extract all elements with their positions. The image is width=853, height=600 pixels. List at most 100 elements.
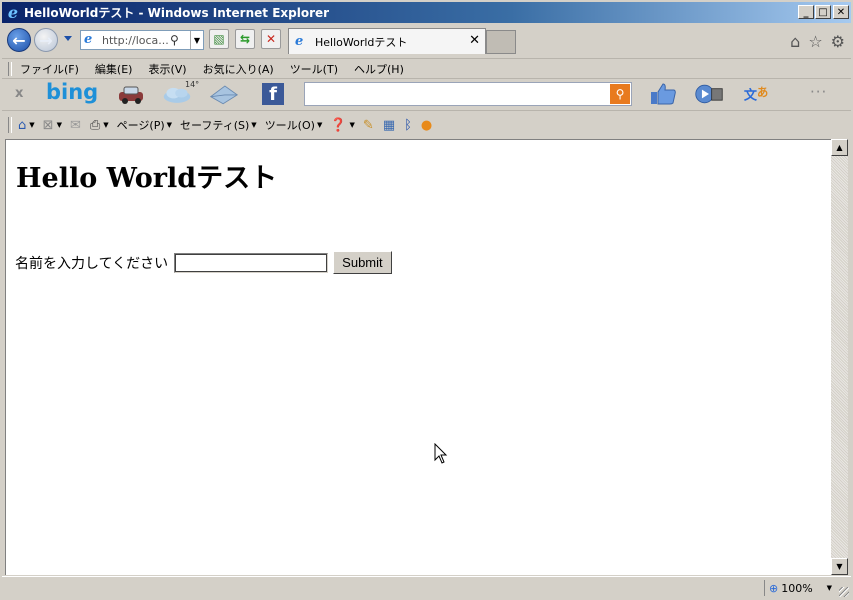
browser-window: e HelloWorldテスト - Windows Internet Explo… bbox=[0, 0, 853, 600]
address-text[interactable]: http://loca... bbox=[102, 34, 168, 47]
home-icon: ⌂ bbox=[18, 117, 27, 133]
tab-active[interactable]: e HelloWorldテスト ✕ bbox=[288, 28, 486, 54]
page-viewport[interactable]: Hello Worldテスト 名前を入力してください Submit bbox=[5, 139, 831, 575]
translate-icon[interactable]: 文あ bbox=[742, 82, 772, 106]
puzzle-icon: ▦ bbox=[382, 117, 396, 133]
tab-ie-icon: e bbox=[295, 34, 304, 49]
mail-icon: ✉ bbox=[69, 117, 81, 133]
gear-icon[interactable]: ⚙ bbox=[831, 32, 845, 51]
menu-edit[interactable]: 編集(E) bbox=[95, 61, 133, 77]
menu-help[interactable]: ヘルプ(H) bbox=[354, 61, 404, 77]
stop-button[interactable]: ✕ bbox=[261, 29, 281, 49]
help-command[interactable]: ❓ ▼ bbox=[330, 118, 355, 133]
print-command[interactable]: ⎙ ▼ bbox=[90, 118, 109, 133]
close-button[interactable]: ✕ bbox=[833, 5, 849, 19]
address-dropdown[interactable]: ▼ bbox=[190, 31, 203, 49]
thumbs-up-icon[interactable] bbox=[648, 82, 678, 106]
zoom-dropdown-icon[interactable]: ▼ bbox=[827, 584, 832, 592]
submit-button[interactable]: Submit bbox=[333, 251, 392, 274]
facebook-icon[interactable]: f bbox=[258, 82, 288, 106]
video-icon[interactable] bbox=[694, 82, 724, 106]
more-options-icon[interactable]: ··· bbox=[810, 83, 827, 101]
name-label: 名前を入力してください bbox=[15, 254, 169, 271]
weather-temperature: 14° bbox=[185, 80, 200, 89]
vertical-scrollbar[interactable]: ▲ ▼ bbox=[831, 139, 848, 575]
zoom-control[interactable]: ⊕ 100% ▼ bbox=[764, 580, 836, 596]
window-title: HelloWorldテスト - Windows Internet Explore… bbox=[24, 6, 330, 20]
printer-icon: ⎙ bbox=[89, 117, 101, 133]
tab-close-button[interactable]: ✕ bbox=[469, 33, 480, 48]
scroll-down-button[interactable]: ▼ bbox=[831, 558, 848, 575]
back-button[interactable]: ← bbox=[7, 28, 31, 52]
search-icon[interactable]: ⚲ bbox=[170, 33, 179, 47]
command-bar: ⌂ ▼ ⊠ ▼ ✉ ⎙ ▼ ページ(P) ▼ セーフティ(S) ▼ ツール(O) ▼ ❓ ▼ … bbox=[2, 110, 851, 139]
research-command[interactable]: ✎ bbox=[363, 118, 375, 133]
recent-pages-dropdown[interactable] bbox=[64, 36, 72, 41]
compatibility-icon: ▧ bbox=[213, 32, 225, 46]
browser-actions: ⌂ ☆ ⚙ bbox=[790, 32, 845, 51]
bing-logo[interactable]: bing bbox=[46, 80, 98, 104]
search-icon: ⚲ bbox=[615, 87, 625, 101]
refresh-icon: ⇆ bbox=[239, 32, 251, 46]
stop-sign-command[interactable]: ● bbox=[421, 118, 433, 133]
menu-file[interactable]: ファイル(F) bbox=[20, 61, 79, 77]
arrow-left-icon: ← bbox=[12, 30, 26, 50]
mouse-cursor-icon bbox=[434, 443, 448, 464]
favorites-star-icon[interactable]: ☆ bbox=[808, 32, 822, 51]
svg-text:あ: あ bbox=[757, 86, 768, 99]
menu-grip[interactable] bbox=[8, 62, 12, 76]
triangle-up-icon: ▲ bbox=[836, 143, 843, 152]
bing-search-button[interactable]: ⚲ bbox=[610, 84, 630, 104]
title-bar[interactable]: e HelloWorldテスト - Windows Internet Explo… bbox=[2, 2, 851, 23]
refresh-button[interactable]: ⇆ bbox=[235, 29, 255, 49]
resize-grip[interactable] bbox=[839, 587, 849, 597]
zoom-magnifier-icon: ⊕ bbox=[769, 581, 779, 595]
name-form: 名前を入力してください Submit bbox=[15, 251, 392, 274]
triangle-down-icon: ▼ bbox=[836, 562, 843, 571]
home-command[interactable]: ⌂ ▼ bbox=[18, 118, 35, 133]
ie-logo-icon: e bbox=[7, 2, 19, 22]
minimize-button[interactable]: _ bbox=[798, 5, 814, 19]
arrow-right-icon: → bbox=[39, 30, 53, 50]
home-icon[interactable]: ⌂ bbox=[790, 32, 800, 51]
page-menu[interactable]: ページ(P) ▼ bbox=[117, 117, 172, 133]
pencil-icon: ✎ bbox=[362, 117, 374, 133]
menu-bar: ファイル(F) 編集(E) 表示(V) お気に入り(A) ツール(T) ヘルプ(… bbox=[2, 58, 851, 79]
safety-menu[interactable]: セーフティ(S) ▼ bbox=[180, 117, 257, 133]
menu-favorites[interactable]: お気に入り(A) bbox=[203, 61, 274, 77]
toolbar-close-button[interactable]: x bbox=[15, 86, 23, 101]
bluetooth-command[interactable]: ᛒ bbox=[404, 118, 413, 133]
read-mail-command[interactable]: ✉ bbox=[70, 118, 82, 133]
compatibility-view-button[interactable]: ▧ bbox=[209, 29, 229, 49]
page-title: Hello Worldテスト bbox=[16, 163, 278, 194]
scroll-up-button[interactable]: ▲ bbox=[831, 139, 848, 156]
window-controls: _ □ ✕ bbox=[797, 5, 849, 19]
address-bar[interactable]: e http://loca... ⚲ ▼ bbox=[80, 30, 204, 50]
bing-toolbar: x bing 14° f ⚲ 文あ ··· bbox=[2, 78, 851, 111]
orange-circle-icon: ● bbox=[420, 117, 433, 133]
command-grip[interactable] bbox=[8, 117, 12, 133]
status-bar: ⊕ 100% ▼ bbox=[2, 576, 851, 599]
name-input[interactable] bbox=[174, 252, 329, 273]
tools-menu[interactable]: ツール(O) ▼ bbox=[265, 117, 323, 133]
stop-icon: ✕ bbox=[265, 32, 277, 46]
feeds-command[interactable]: ⊠ ▼ bbox=[43, 118, 62, 133]
rss-feed-icon: ⊠ bbox=[42, 117, 54, 133]
tools-menu-label: ツール(O) bbox=[264, 119, 315, 132]
bluetooth-icon: ᛒ bbox=[404, 117, 412, 133]
tab-label: HelloWorldテスト bbox=[315, 35, 408, 49]
addon-command[interactable]: ▦ bbox=[383, 118, 396, 133]
menu-tools[interactable]: ツール(T) bbox=[290, 61, 338, 77]
mail-icon[interactable] bbox=[209, 82, 239, 106]
navigation-bar: ← → e http://loca... ⚲ ▼ ▧ ⇆ ✕ e HelloWo… bbox=[2, 24, 851, 58]
help-icon: ❓ bbox=[330, 117, 347, 133]
car-icon[interactable] bbox=[116, 82, 146, 106]
svg-text:文: 文 bbox=[744, 87, 758, 104]
maximize-button[interactable]: □ bbox=[815, 5, 831, 19]
new-tab-button[interactable] bbox=[486, 30, 516, 54]
bing-search-box[interactable]: ⚲ bbox=[304, 82, 632, 106]
page-menu-label: ページ(P) bbox=[116, 119, 165, 132]
menu-view[interactable]: 表示(V) bbox=[148, 61, 186, 77]
forward-button[interactable]: → bbox=[34, 28, 58, 52]
page-ie-icon: e bbox=[84, 32, 93, 47]
